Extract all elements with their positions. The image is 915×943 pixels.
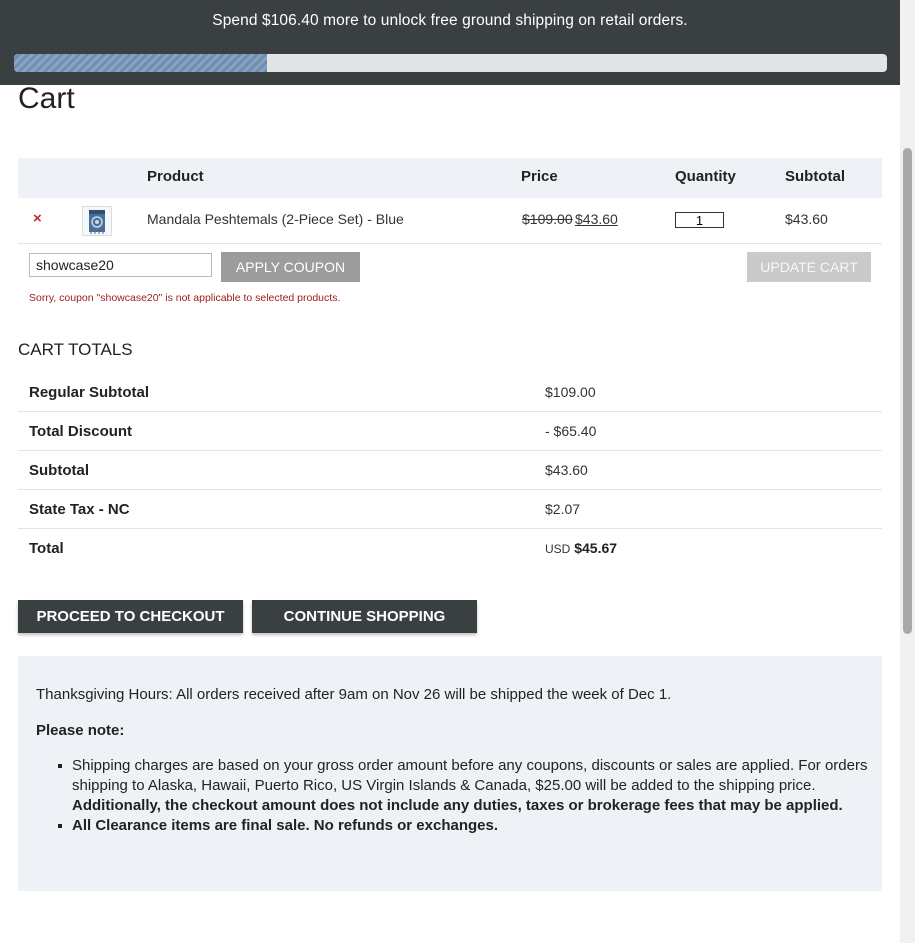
update-cart-button[interactable]: UPDATE CART (747, 252, 871, 282)
totals-row-discount: Total Discount - $65.40 (18, 412, 882, 451)
totals-value: $109.00 (545, 384, 596, 400)
cart-table-header: Product Price Quantity Subtotal (18, 158, 882, 198)
peshtemal-image-icon (89, 210, 105, 234)
page-title: Cart (18, 82, 75, 115)
column-header-product: Product (147, 168, 204, 185)
totals-value: - $65.40 (545, 423, 597, 439)
cart-table: Product Price Quantity Subtotal × Mandal… (18, 158, 882, 244)
coupon-error-message: Sorry, coupon "showcase20" is not applic… (29, 292, 341, 304)
scrollbar-thumb[interactable] (903, 148, 912, 634)
quantity-input[interactable] (675, 212, 724, 228)
apply-coupon-button[interactable]: APPLY COUPON (221, 252, 360, 282)
free-shipping-message: Spend $106.40 more to unlock free ground… (212, 12, 688, 29)
cart-totals-table: Regular Subtotal $109.00 Total Discount … (18, 373, 882, 568)
currency-code: USD (545, 542, 571, 556)
notice-item-emphasis: Additionally, the checkout amount does n… (72, 797, 843, 814)
column-header-quantity: Quantity (675, 168, 736, 185)
free-shipping-banner: Spend $106.40 more to unlock free ground… (0, 0, 900, 85)
progress-bar-fill (14, 54, 268, 72)
totals-value: USD $45.67 (545, 540, 617, 556)
proceed-to-checkout-button[interactable]: PROCEED TO CHECKOUT (18, 600, 243, 633)
continue-shopping-button[interactable]: CONTINUE SHOPPING (252, 600, 477, 633)
notice-item-clearance: All Clearance items are final sale. No r… (58, 816, 872, 836)
totals-label: State Tax - NC (29, 501, 130, 518)
original-price: $109.00 (522, 211, 573, 227)
cart-item-row: × Mandala Peshtemals (2-Piece Set) - Blu… (18, 198, 882, 244)
sale-price: $43.60 (575, 211, 618, 227)
totals-label: Total Discount (29, 423, 133, 440)
shipping-notice-box: Thanksgiving Hours: All orders received … (18, 656, 882, 891)
product-name-link[interactable]: Mandala Peshtemals (2-Piece Set) - Blue (147, 211, 404, 227)
totals-row-subtotal: Subtotal $43.60 (18, 451, 882, 490)
totals-value: $2.07 (545, 501, 581, 517)
totals-label: Total (29, 540, 64, 557)
remove-item-icon[interactable]: × (33, 210, 42, 227)
cart-totals-heading: CART TOTALS (18, 340, 133, 359)
free-shipping-progress-bar (14, 54, 887, 72)
column-header-price: Price (521, 168, 558, 185)
totals-value: $43.60 (545, 462, 588, 478)
notice-item-text: Shipping charges are based on your gross… (72, 757, 868, 794)
page-scrollbar[interactable] (900, 0, 915, 943)
notice-list: Shipping charges are based on your gross… (58, 756, 872, 836)
totals-row-total: Total USD $45.67 (18, 529, 882, 568)
totals-row-regular-subtotal: Regular Subtotal $109.00 (18, 373, 882, 412)
item-subtotal: $43.60 (785, 211, 828, 227)
totals-row-state-tax: State Tax - NC $2.07 (18, 490, 882, 529)
notice-item-shipping: Shipping charges are based on your gross… (58, 756, 872, 816)
totals-label: Subtotal (29, 462, 89, 479)
holiday-hours-text: Thanksgiving Hours: All orders received … (36, 686, 672, 703)
coupon-area: APPLY COUPON UPDATE CART Sorry, coupon "… (18, 244, 882, 314)
product-thumbnail[interactable] (82, 206, 112, 236)
notice-heading: Please note: (36, 722, 125, 739)
totals-label: Regular Subtotal (29, 384, 150, 401)
column-header-subtotal: Subtotal (785, 168, 845, 185)
coupon-code-input[interactable] (29, 253, 212, 277)
grand-total-amount: $45.67 (574, 540, 618, 556)
